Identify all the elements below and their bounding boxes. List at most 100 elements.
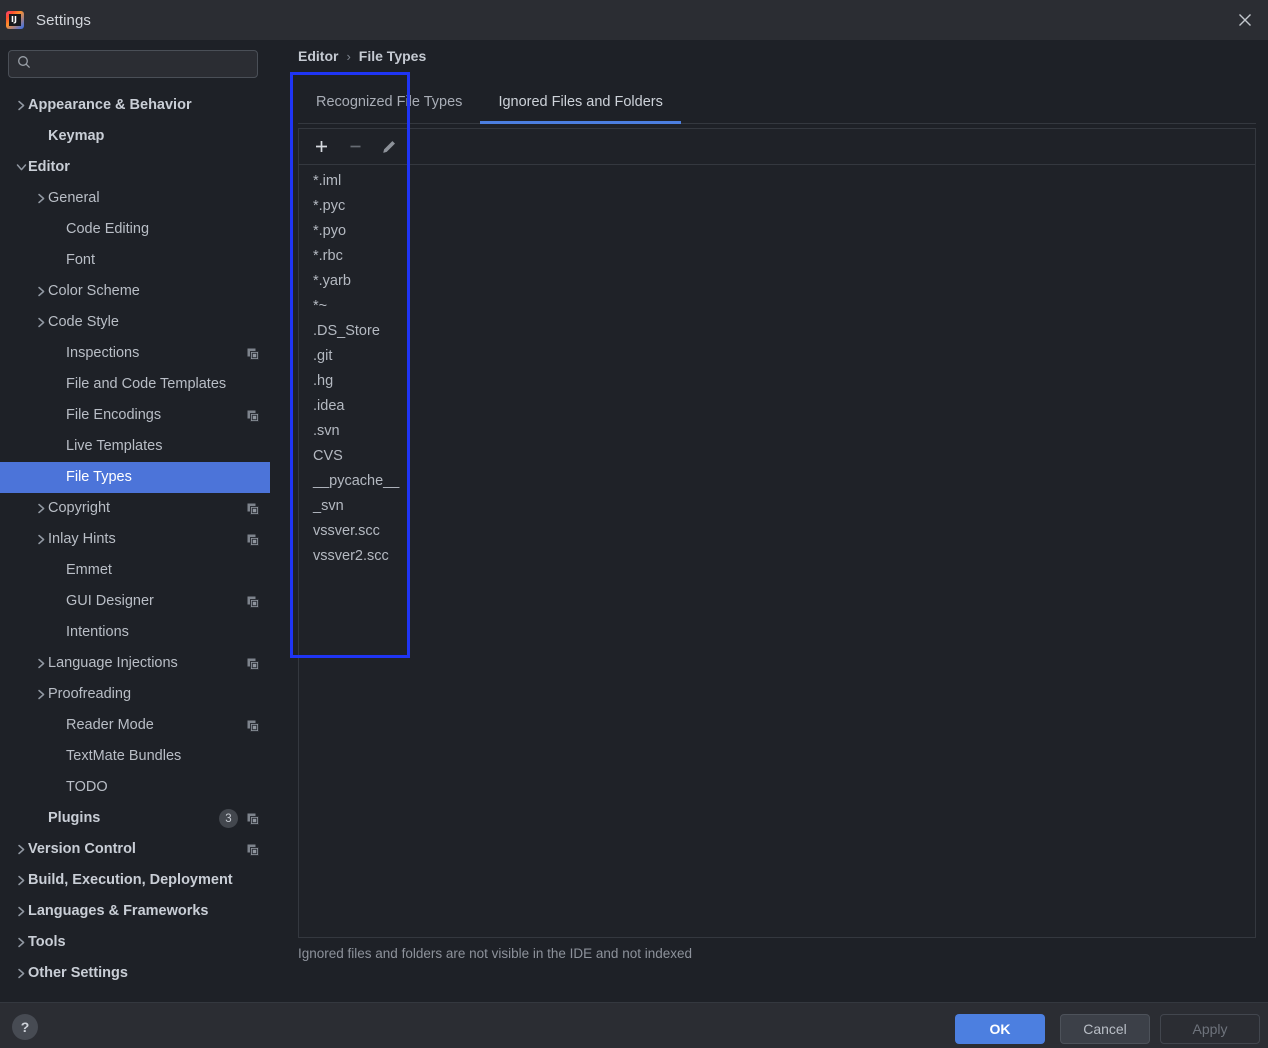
no-arrow-spacer: [52, 462, 66, 493]
edit-button[interactable]: [375, 133, 403, 161]
window-title: Settings: [36, 11, 91, 29]
search-icon: [17, 55, 31, 74]
add-button[interactable]: [307, 133, 335, 161]
list-item[interactable]: .svn: [299, 419, 1255, 444]
sidebar-item-label: TODO: [66, 779, 108, 796]
sidebar-item-inlay-hints[interactable]: Inlay Hints: [0, 524, 270, 555]
search-input[interactable]: [38, 56, 249, 72]
list-item[interactable]: *.rbc: [299, 244, 1255, 269]
sidebar-item-file-and-code-templates[interactable]: File and Code Templates: [0, 369, 270, 400]
copy-settings-icon[interactable]: [246, 719, 260, 733]
tab-recognized-file-types[interactable]: Recognized File Types: [298, 81, 480, 123]
chevron-right-icon[interactable]: [34, 679, 48, 710]
list-item[interactable]: *.yarb: [299, 269, 1255, 294]
breadcrumb-parent[interactable]: Editor: [298, 48, 338, 64]
sidebar-item-version-control[interactable]: Version Control: [0, 834, 270, 865]
chevron-right-icon[interactable]: [34, 276, 48, 307]
list-item[interactable]: *.pyc: [299, 194, 1255, 219]
sidebar-item-appearance-behavior[interactable]: Appearance & Behavior: [0, 90, 270, 121]
sidebar-item-gui-designer[interactable]: GUI Designer: [0, 586, 270, 617]
sidebar-item-color-scheme[interactable]: Color Scheme: [0, 276, 270, 307]
copy-settings-icon[interactable]: [246, 347, 260, 361]
list-item[interactable]: vssver.scc: [299, 519, 1255, 544]
sidebar-item-editor[interactable]: Editor: [0, 152, 270, 183]
sidebar-item-file-types[interactable]: File Types: [0, 462, 270, 493]
no-arrow-spacer: [52, 431, 66, 462]
list-item[interactable]: *.pyo: [299, 219, 1255, 244]
sidebar-item-label: Font: [66, 252, 96, 269]
list-item[interactable]: .DS_Store: [299, 319, 1255, 344]
copy-settings-icon[interactable]: [246, 812, 260, 826]
sidebar-item-languages-frameworks[interactable]: Languages & Frameworks: [0, 896, 270, 927]
list-item[interactable]: *.iml: [299, 169, 1255, 194]
ignored-files-list[interactable]: *.iml *.pyc *.pyo *.rbc *.yarb *~ .DS_Store .gi…: [299, 165, 1255, 937]
sidebar-item-code-editing[interactable]: Code Editing: [0, 214, 270, 245]
ok-button[interactable]: OK: [955, 1014, 1045, 1044]
list-item[interactable]: .hg: [299, 369, 1255, 394]
ignored-files-panel: *.iml *.pyc *.pyo *.rbc *.yarb *~ .DS_Store .gi…: [298, 128, 1256, 938]
sidebar-item-code-style[interactable]: Code Style: [0, 307, 270, 338]
sidebar-item-other-settings[interactable]: Other Settings: [0, 958, 270, 989]
sidebar-item-live-templates[interactable]: Live Templates: [0, 431, 270, 462]
list-item[interactable]: _svn: [299, 494, 1255, 519]
sidebar-item-proofreading[interactable]: Proofreading: [0, 679, 270, 710]
sidebar-item-label: Keymap: [48, 128, 105, 145]
sidebar-item-font[interactable]: Font: [0, 245, 270, 276]
chevron-right-icon[interactable]: [14, 865, 28, 896]
search-field[interactable]: [8, 50, 258, 78]
copy-settings-icon[interactable]: [246, 502, 260, 516]
chevron-right-icon[interactable]: [34, 307, 48, 338]
copy-settings-icon[interactable]: [246, 533, 260, 547]
copy-settings-icon[interactable]: [246, 595, 260, 609]
chevron-right-icon[interactable]: [14, 958, 28, 989]
sidebar-item-file-encodings[interactable]: File Encodings: [0, 400, 270, 431]
tab-ignored-files-and-folders[interactable]: Ignored Files and Folders: [480, 81, 682, 124]
sidebar-item-label: Copyright: [48, 500, 111, 517]
sidebar-item-language-injections[interactable]: Language Injections: [0, 648, 270, 679]
copy-settings-icon[interactable]: [246, 409, 260, 423]
no-arrow-spacer: [52, 400, 66, 431]
list-item[interactable]: CVS: [299, 444, 1255, 469]
list-item[interactable]: .idea: [299, 394, 1255, 419]
no-arrow-spacer: [52, 710, 66, 741]
sidebar-item-emmet[interactable]: Emmet: [0, 555, 270, 586]
tab-bar: Recognized File Types Ignored Files and F…: [298, 82, 1256, 124]
list-item[interactable]: __pycache__: [299, 469, 1255, 494]
list-item[interactable]: .git: [299, 344, 1255, 369]
copy-settings-icon[interactable]: [246, 657, 260, 671]
sidebar-item-general[interactable]: General: [0, 183, 270, 214]
chevron-right-icon[interactable]: [14, 90, 28, 121]
chevron-right-icon[interactable]: [14, 896, 28, 927]
sidebar-item-label: File Encodings: [66, 407, 162, 424]
tab-label: Recognized File Types: [316, 94, 463, 110]
chevron-right-icon[interactable]: [14, 927, 28, 958]
sidebar-item-keymap[interactable]: Keymap: [0, 121, 270, 152]
list-item[interactable]: *~: [299, 294, 1255, 319]
no-arrow-spacer: [34, 121, 48, 152]
help-button[interactable]: ?: [12, 1014, 38, 1040]
list-item[interactable]: vssver2.scc: [299, 544, 1255, 569]
chevron-right-icon[interactable]: [14, 834, 28, 865]
copy-settings-icon[interactable]: [246, 843, 260, 857]
close-icon[interactable]: [1222, 0, 1268, 40]
sidebar-item-tools[interactable]: Tools: [0, 927, 270, 958]
sidebar-item-textmate-bundles[interactable]: TextMate Bundles: [0, 741, 270, 772]
sidebar-item-build-execution-deployment[interactable]: Build, Execution, Deployment: [0, 865, 270, 896]
sidebar-item-plugins[interactable]: Plugins 3: [0, 803, 270, 834]
chevron-right-icon[interactable]: [34, 648, 48, 679]
sidebar-item-todo[interactable]: TODO: [0, 772, 270, 803]
chevron-right-icon[interactable]: [34, 493, 48, 524]
status-badge: 3: [219, 809, 238, 828]
cancel-button[interactable]: Cancel: [1060, 1014, 1150, 1044]
sidebar-item-label: GUI Designer: [66, 593, 154, 610]
sidebar-item-label: Intentions: [66, 624, 129, 641]
sidebar-item-reader-mode[interactable]: Reader Mode: [0, 710, 270, 741]
sidebar-item-inspections[interactable]: Inspections: [0, 338, 270, 369]
sidebar-item-copyright[interactable]: Copyright: [0, 493, 270, 524]
sidebar-item-label: Code Style: [48, 314, 119, 331]
sidebar-item-intentions[interactable]: Intentions: [0, 617, 270, 648]
chevron-right-icon[interactable]: [34, 524, 48, 555]
breadcrumb: Editor › File Types: [298, 48, 426, 64]
chevron-down-icon[interactable]: [14, 152, 28, 183]
chevron-right-icon[interactable]: [34, 183, 48, 214]
